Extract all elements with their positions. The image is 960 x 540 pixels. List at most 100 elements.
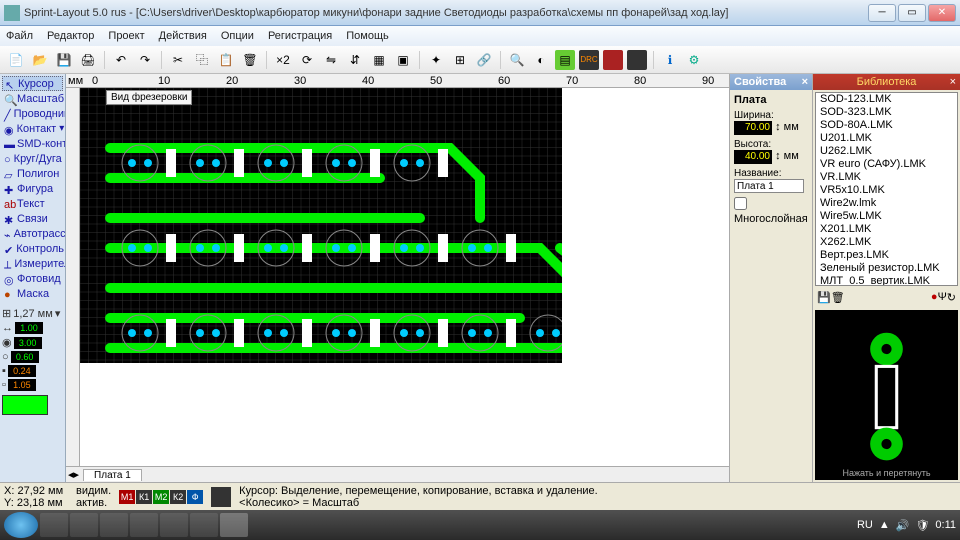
board-height-field[interactable]: 40.00 [734,150,772,164]
gear-icon[interactable]: ⚙ [684,50,704,70]
task-app1[interactable] [100,513,128,537]
new-icon[interactable]: 📄 [6,50,26,70]
undo-icon[interactable]: ↶ [111,50,131,70]
tray-net-icon[interactable]: 🔊 [896,519,910,532]
tool-wire[interactable]: ╱Проводник [2,106,63,121]
tool-autoroute[interactable]: ⌁Автотрасса [2,226,63,241]
tray-flag-icon[interactable]: ▲ [879,519,890,531]
task-skype[interactable] [190,513,218,537]
maximize-button[interactable]: ▭ [898,4,926,22]
chip-icon[interactable] [627,50,647,70]
tool-mask[interactable]: ●Маска [2,286,63,301]
task-app3[interactable] [160,513,188,537]
lib-item[interactable]: Зеленый резистор.LMK [816,262,957,275]
props-close-icon[interactable]: × [802,76,808,88]
drc-icon[interactable]: DRC [579,50,599,70]
cut-icon[interactable]: ✂ [168,50,188,70]
lib-filter-icon[interactable]: Ψ [938,291,947,303]
lib-item[interactable]: VR5x10.LMK [816,184,957,197]
mirror-h-icon[interactable]: ⇋ [321,50,341,70]
snap-icon[interactable]: ✦ [426,50,446,70]
tool-circle[interactable]: ○Круг/Дуга [2,151,63,166]
tool-smd[interactable]: ▬SMD-конт [2,136,63,151]
lib-item[interactable]: VR.LMK [816,171,957,184]
lib-item[interactable]: Верт.рез.LMK [816,249,957,262]
tool-check[interactable]: ✔Контроль [2,241,63,256]
mirror-v-icon[interactable]: ⇵ [345,50,365,70]
canvas[interactable]: Вид фрезеровки [80,88,729,466]
lib-item[interactable]: МЛТ_0.5_вертик.LMK [816,275,957,286]
lib-close-icon[interactable]: × [950,76,956,88]
save-icon[interactable]: 💾 [54,50,74,70]
lib-item[interactable]: Wire5w.LMK [816,210,957,223]
lib-refresh-icon[interactable]: ↻ [947,291,956,304]
tool-cursor[interactable]: ↖Курсор [2,76,63,91]
chip-red-icon[interactable] [603,50,623,70]
delete-icon[interactable]: 🗑 [240,50,260,70]
prop-val-a[interactable]: 1.00 [15,322,43,334]
lib-item[interactable]: U201.LMK [816,132,957,145]
lib-item[interactable]: Wire2w.lmk [816,197,957,210]
multilayer-checkbox[interactable] [734,197,747,210]
prop-val-d[interactable]: 0.24 [8,365,36,377]
rotate-icon[interactable]: ⟳ [297,50,317,70]
lib-item[interactable]: VR euro (САФУ).LMK [816,158,957,171]
prop-val-c[interactable]: 0.60 [11,351,39,363]
contrast-icon[interactable]: ◐ [531,50,551,70]
menu-actions[interactable]: Действия [159,30,207,42]
search-icon[interactable]: 🔍 [507,50,527,70]
color-swatch[interactable] [2,395,48,415]
print-icon[interactable]: 🖨 [78,50,98,70]
tool-zoom[interactable]: 🔍Масштаб [2,91,63,106]
grid-icon[interactable]: ⊞ [450,50,470,70]
grid-size-label[interactable]: 1,27 мм [13,308,53,320]
lib-save-icon[interactable]: 💾 [817,291,831,304]
menu-register[interactable]: Регистрация [268,30,332,42]
tool-contact[interactable]: ◉Контакт ▾ [2,121,63,136]
layer-selector[interactable]: М1 К1 М2 К2 Ф [119,490,203,504]
board-width-field[interactable]: 70.00 [734,121,772,135]
link-icon[interactable]: 🔗 [474,50,494,70]
lib-item[interactable]: SOD-323.LMK [816,106,957,119]
task-sprint-layout[interactable] [220,513,248,537]
pcb-board[interactable] [80,88,562,363]
tab-board-1[interactable]: Плата 1 [83,469,142,481]
redo-icon[interactable]: ↷ [135,50,155,70]
tray-battery-icon[interactable]: 🛡 [915,519,929,532]
lib-item[interactable]: U262.LMK [816,145,957,158]
tool-polygon[interactable]: ▱Полигон [2,166,63,181]
task-app2[interactable] [130,513,158,537]
lib-item[interactable]: SOD-80A.LMK [816,119,957,132]
component-preview[interactable]: Нажать и перетянуть [815,310,958,480]
prop-val-e[interactable]: 1.05 [8,379,36,391]
tray-lang[interactable]: RU [857,519,873,531]
menu-project[interactable]: Проект [108,30,144,42]
menu-edit[interactable]: Редактор [47,30,94,42]
duplicate-icon[interactable]: ×2 [273,50,293,70]
tray-clock[interactable]: 0:11 [935,519,956,531]
lib-item[interactable]: SOD-123.LMK [816,93,957,106]
align-icon[interactable]: ▦ [369,50,389,70]
layers-icon[interactable]: ▤ [555,50,575,70]
task-browser[interactable] [70,513,98,537]
tool-figure[interactable]: ✚Фигура [2,181,63,196]
minimize-button[interactable]: ─ [868,4,896,22]
open-icon[interactable]: 📂 [30,50,50,70]
task-explorer[interactable] [40,513,68,537]
lib-item[interactable]: X201.LMK [816,223,957,236]
millview-button[interactable]: Вид фрезеровки [106,90,192,105]
status-icon[interactable] [211,487,231,507]
copy-icon[interactable]: ⿻ [192,50,212,70]
lib-delete-icon[interactable]: 🗑 [831,291,845,304]
lib-rec-icon[interactable]: ● [931,291,938,303]
menu-file[interactable]: Файл [6,30,33,42]
info-icon[interactable]: ℹ [660,50,680,70]
prop-val-b[interactable]: 3.00 [14,337,42,349]
group-icon[interactable]: ▣ [393,50,413,70]
start-button[interactable] [4,512,38,538]
tool-measure[interactable]: ⟂Измеритель [2,256,63,271]
tool-link[interactable]: ✱Связи [2,211,63,226]
menu-options[interactable]: Опции [221,30,254,42]
lib-item[interactable]: X262.LMK [816,236,957,249]
paste-icon[interactable]: 📋 [216,50,236,70]
